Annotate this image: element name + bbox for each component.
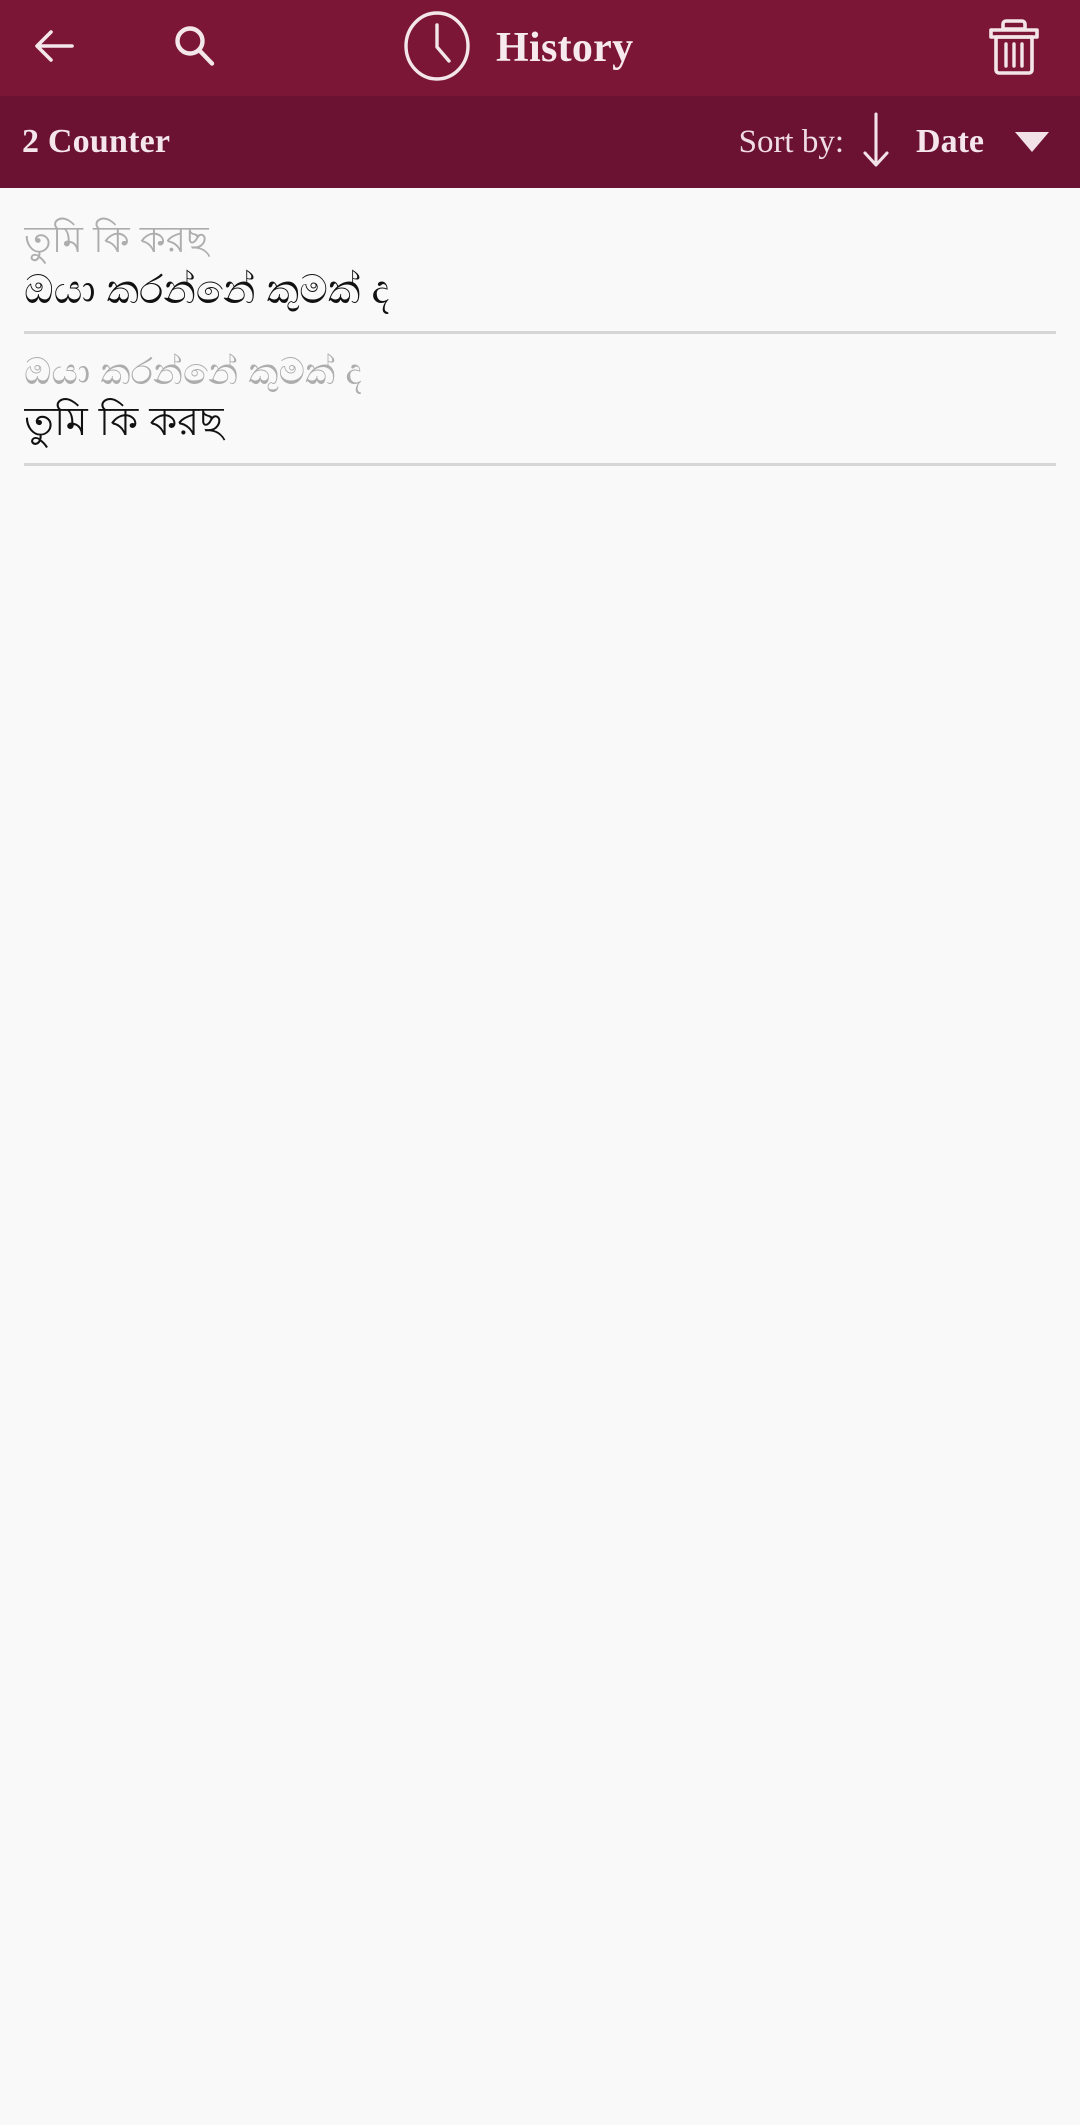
clock-icon <box>402 10 472 86</box>
sort-controls: Sort by: Date <box>739 96 1080 188</box>
history-item-2[interactable]: ඔයා කරන්නේ කුමක් ද তুমি কি করছ <box>0 334 1080 466</box>
history-item-source-text: ඔයා කරන්නේ කුමක් ද <box>24 350 362 392</box>
history-list-empty-area <box>0 465 1080 1966</box>
history-item-target-text: ඔයා කරන්නේ කුමක් ද <box>24 268 390 313</box>
sort-dropdown-button[interactable] <box>984 132 1080 152</box>
sort-field-value[interactable]: Date <box>916 123 984 161</box>
history-counter: 2 Counter <box>22 123 171 160</box>
page-title: History <box>496 25 634 71</box>
caret-down-icon <box>1015 132 1049 152</box>
history-item-source-text: তুমি কি করছ <box>24 219 209 260</box>
delete-all-button[interactable] <box>966 0 1062 96</box>
history-screen: History 2 Counter Sort by: Date তুমি কি … <box>0 0 1080 2125</box>
back-arrow-icon <box>28 20 80 77</box>
history-item-1[interactable]: তুমি কি করছ ඔයා කරන්නේ කුමක් ද <box>0 202 1080 334</box>
app-bar: History <box>0 0 1080 96</box>
history-list: তুমি কি করছ ඔයා කරන්නේ කුමක් ද ඔයා කරන්න… <box>0 188 1080 1966</box>
trash-icon <box>987 15 1041 82</box>
history-item-target-text: তুমি কি করছ <box>24 399 224 444</box>
app-bar-title-group: History <box>402 0 633 96</box>
list-divider <box>24 462 1056 466</box>
sort-direction-button[interactable] <box>844 110 908 175</box>
search-icon <box>168 20 220 77</box>
sort-bar: 2 Counter Sort by: Date <box>0 96 1080 188</box>
search-button[interactable] <box>146 0 242 96</box>
back-button[interactable] <box>6 0 102 96</box>
sort-by-label: Sort by: <box>738 123 845 160</box>
arrow-down-icon <box>859 110 893 175</box>
